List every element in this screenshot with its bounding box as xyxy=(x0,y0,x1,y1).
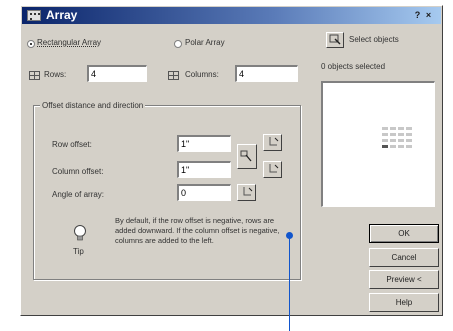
preview-cell xyxy=(406,127,412,130)
preview-cell xyxy=(406,139,412,142)
angle-input[interactable]: 0 xyxy=(177,184,231,201)
columns-icon xyxy=(168,71,179,80)
close-title-button[interactable]: × xyxy=(424,10,433,20)
tip-lightbulb-icon xyxy=(74,225,86,241)
objects-selected-status: 0 objects selected xyxy=(321,62,386,71)
preview-cell xyxy=(390,127,396,130)
array-preview xyxy=(321,81,435,207)
columns-input[interactable]: 4 xyxy=(235,65,298,82)
ok-button[interactable]: OK xyxy=(369,224,439,243)
pick-row-offset-icon xyxy=(269,137,278,146)
help-button[interactable]: Help xyxy=(369,293,439,312)
preview-cell xyxy=(398,145,404,148)
preview-cell xyxy=(382,127,388,130)
pick-column-offset-button[interactable] xyxy=(263,161,282,178)
rows-icon xyxy=(29,71,40,80)
rows-label: Rows: xyxy=(44,70,67,79)
preview-base-cell xyxy=(382,145,388,148)
preview-button[interactable]: Preview < xyxy=(369,270,439,289)
array-app-icon xyxy=(27,10,41,21)
preview-cell xyxy=(390,145,396,148)
pick-angle-button[interactable] xyxy=(237,184,256,201)
rectangular-array-radio[interactable] xyxy=(27,40,35,48)
polar-array-radio[interactable] xyxy=(174,40,182,48)
pick-both-offsets-button[interactable] xyxy=(237,144,257,169)
select-objects-label[interactable]: Select objects xyxy=(349,35,399,44)
rectangular-array-label[interactable]: Rectangular Array xyxy=(37,38,101,47)
tip-text: By default, if the row offset is negativ… xyxy=(115,216,280,245)
preview-cell xyxy=(390,133,396,136)
preview-cell xyxy=(382,139,388,142)
row-offset-label: Row offset: xyxy=(52,140,92,149)
callout-marker xyxy=(286,232,293,239)
preview-cell xyxy=(398,127,404,130)
callout-line xyxy=(289,239,290,331)
select-objects-icon xyxy=(329,34,341,45)
column-offset-input[interactable]: 1" xyxy=(177,161,231,178)
columns-label: Columns: xyxy=(185,70,219,79)
preview-cell xyxy=(398,133,404,136)
pick-both-offsets-icon xyxy=(240,150,252,162)
row-offset-input[interactable]: 1" xyxy=(177,135,231,152)
column-offset-label: Column offset: xyxy=(52,167,104,176)
polar-array-label[interactable]: Polar Array xyxy=(185,38,225,47)
title-bar[interactable]: Array ? × xyxy=(22,7,441,24)
offset-group-title: Offset distance and direction xyxy=(40,101,146,110)
pick-column-offset-icon xyxy=(269,164,278,173)
pick-row-offset-button[interactable] xyxy=(263,134,282,151)
preview-cell xyxy=(406,133,412,136)
pick-angle-icon xyxy=(243,187,252,196)
preview-cell xyxy=(398,139,404,142)
window-title: Array xyxy=(46,8,78,22)
preview-cell xyxy=(406,145,412,148)
tip-label: Tip xyxy=(73,247,84,256)
help-title-button[interactable]: ? xyxy=(413,10,422,20)
rows-input[interactable]: 4 xyxy=(87,65,147,82)
angle-label: Angle of array: xyxy=(52,190,105,199)
select-objects-button[interactable] xyxy=(326,32,344,48)
array-dialog: Array ? × Rectangular Array Polar Array … xyxy=(20,5,443,316)
cancel-button[interactable]: Cancel xyxy=(369,248,439,267)
preview-cell xyxy=(390,139,396,142)
preview-cell xyxy=(382,133,388,136)
